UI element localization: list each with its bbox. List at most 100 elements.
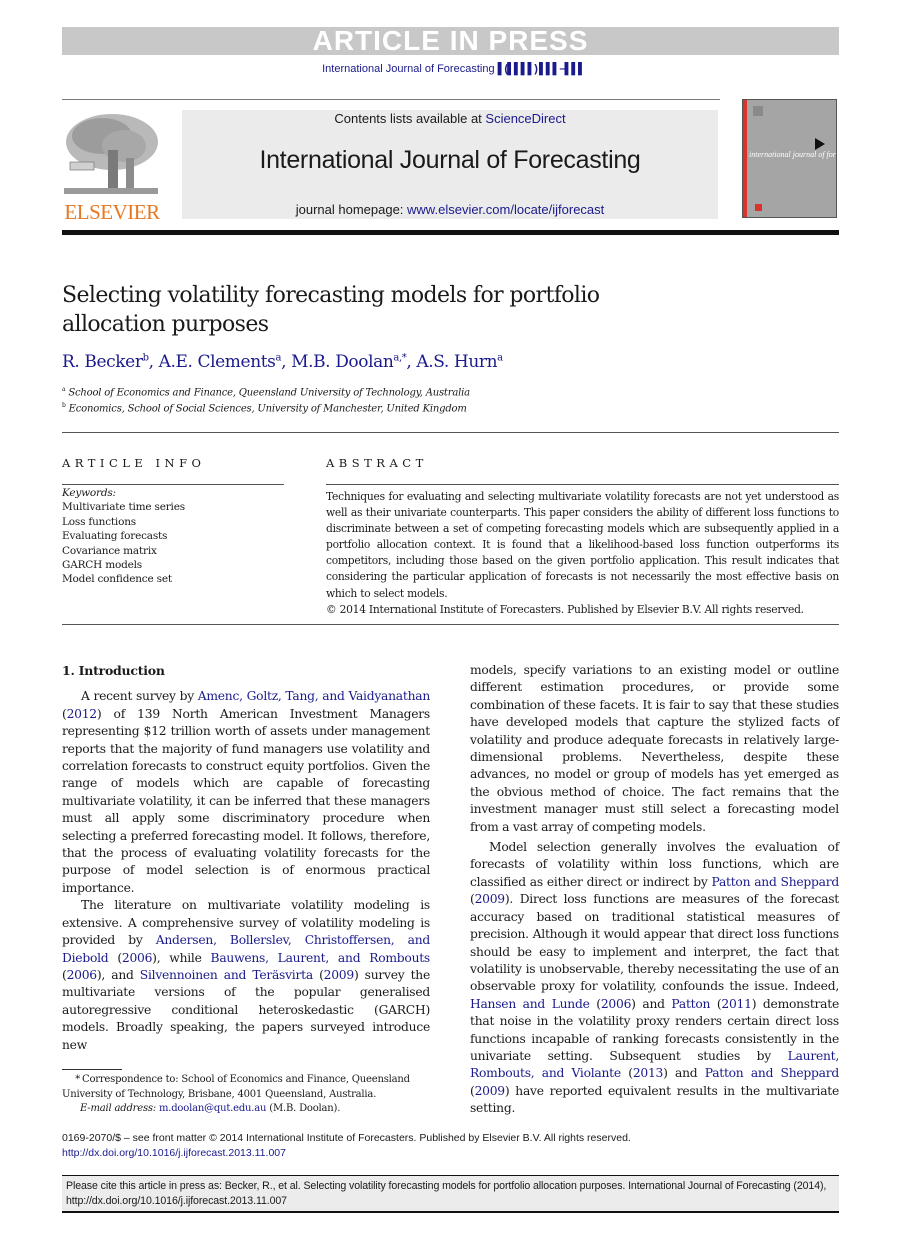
abstract-body: Techniques for evaluating and selecting … <box>326 489 839 618</box>
citation-link[interactable]: 2012 <box>67 707 98 721</box>
affiliation-key: a <box>62 386 66 393</box>
divider <box>62 624 839 625</box>
citation-link[interactable]: 2006 <box>122 951 153 965</box>
doi-link[interactable]: http://dx.doi.org/10.1016/j.ijforecast.2… <box>62 1147 286 1159</box>
text-run: ( <box>710 996 722 1011</box>
text-run: ( <box>312 967 324 982</box>
footnote-text-block: * Correspondence to: School of Economics … <box>62 1073 430 1102</box>
paragraph: models, specify variations to an existin… <box>470 662 839 836</box>
section-heading: 1. Introduction <box>62 663 165 678</box>
tree-icon <box>64 114 158 194</box>
header-top-rule <box>62 99 720 100</box>
citation-link[interactable]: 2013 <box>633 1066 664 1080</box>
running-head-volume: ▌(▌▌▌▌) ▌▌▌–▌▌▌ <box>497 63 586 75</box>
email-suffix: (M.B. Doolan). <box>266 1103 341 1114</box>
front-matter-line: 0169-2070/$ – see front matter © 2014 In… <box>62 1132 631 1144</box>
citation-link[interactable]: 2009 <box>475 1084 506 1098</box>
abstract-text: Techniques for evaluating and selecting … <box>326 490 839 600</box>
keyword-item: GARCH models <box>62 559 142 572</box>
keywords-label: Keywords: <box>62 487 116 499</box>
running-head: International Journal of Forecasting ▌(▌… <box>0 63 907 75</box>
keywords-block: Keywords: Multivariate time series Loss … <box>62 486 185 587</box>
affiliation-a: a School of Economics and Finance, Queen… <box>62 386 470 398</box>
author-name[interactable]: M.B. Doolan <box>291 352 394 372</box>
keyword-item: Evaluating forecasts <box>62 530 168 543</box>
cover-title: international journal of forecasting <box>749 150 836 159</box>
cite-this-article-box: Please cite this article in press as: Be… <box>62 1175 839 1213</box>
paragraph: The literature on multivariate volatilit… <box>62 897 430 1054</box>
citation-link[interactable]: Amenc, Goltz, Tang, and Vaidyanathan <box>198 689 431 703</box>
paragraph: Model selection generally involves the e… <box>470 839 839 1118</box>
text-run: ). Direct loss functions are measures of… <box>470 892 839 994</box>
header-thick-rule <box>62 230 839 235</box>
citation-link[interactable]: Bauwens, Laurent, and Rombouts <box>211 951 431 965</box>
footnote-text: Correspondence to: School of Economics a… <box>62 1074 410 1100</box>
divider <box>62 432 839 433</box>
citation-link[interactable]: 2009 <box>324 968 355 982</box>
journal-name: International Journal of Forecasting <box>259 146 641 174</box>
citation-link[interactable]: Patton and Sheppard <box>705 1066 840 1080</box>
affiliation-key: b <box>62 402 66 409</box>
citation-link[interactable]: Patton and Sheppard <box>711 875 839 889</box>
keyword-item: Model confidence set <box>62 573 172 586</box>
homepage-prefix: journal homepage: <box>295 202 408 217</box>
paragraph: A recent survey by Amenc, Goltz, Tang, a… <box>62 688 430 897</box>
cover-triangle-icon <box>815 138 825 150</box>
text-run: ( <box>108 950 122 965</box>
keyword-item: Loss functions <box>62 515 136 528</box>
cover-publisher-icon <box>755 204 762 211</box>
body-column-left: 1. Introduction A recent survey by Amenc… <box>62 662 430 1054</box>
journal-cover-thumbnail: international journal of forecasting <box>742 99 837 218</box>
homepage-line: journal homepage: www.elsevier.com/locat… <box>182 202 718 217</box>
author-affil-sup[interactable]: a <box>497 352 503 363</box>
author-affil-sup[interactable]: a <box>276 352 282 363</box>
cover-red-spine <box>743 100 747 217</box>
divider <box>326 484 839 485</box>
footnote-rule <box>62 1069 122 1070</box>
text-run: ), while <box>152 950 211 965</box>
contents-prefix: Contents lists available at <box>334 111 486 126</box>
citation-link[interactable]: Patton <box>671 997 710 1011</box>
abstract-heading: ABSTRACT <box>326 456 428 470</box>
text-run: ( <box>589 996 601 1011</box>
keyword-item: Covariance matrix <box>62 544 157 557</box>
author-list: R. Beckerb, A.E. Clementsa, M.B. Doolana… <box>62 352 503 372</box>
citation-link[interactable]: Hansen and Lunde <box>470 997 590 1011</box>
citation-link[interactable]: 2011 <box>721 997 752 1011</box>
journal-homepage-link[interactable]: www.elsevier.com/locate/ijforecast <box>407 202 604 217</box>
text-run: ) have reported equivalent results in th… <box>470 1083 839 1116</box>
footnote-star: * <box>75 1074 80 1085</box>
author-name[interactable]: R. Becker <box>62 352 143 372</box>
cover-logo-icon <box>753 106 763 116</box>
author-name[interactable]: A.E. Clements <box>159 352 276 372</box>
author-affil-sup[interactable]: a,* <box>393 352 406 363</box>
text-run: ( <box>620 1066 633 1081</box>
running-head-journal: International Journal of Forecasting <box>322 63 495 75</box>
affiliation-b: b Economics, School of Social Sciences, … <box>62 402 467 414</box>
text-run: ), and <box>96 967 140 982</box>
citation-link[interactable]: 2006 <box>67 968 98 982</box>
citation-link[interactable]: 2009 <box>475 892 506 906</box>
sciencedirect-link[interactable]: ScienceDirect <box>485 111 565 126</box>
abstract-copyright: © 2014 International Institute of Foreca… <box>326 602 804 616</box>
article-info-heading: ARTICLE INFO <box>62 456 206 470</box>
affiliation-text: School of Economics and Finance, Queensl… <box>68 387 470 399</box>
author-affil-sup[interactable]: b <box>143 352 149 363</box>
front-matter: 0169-2070/$ – see front matter © 2014 In… <box>62 1131 631 1160</box>
body-column-right: models, specify variations to an existin… <box>470 662 839 1118</box>
author-name[interactable]: A.S. Hurn <box>416 352 497 372</box>
article-title: Selecting volatility forecasting models … <box>62 283 600 337</box>
keyword-item: Multivariate time series <box>62 501 185 514</box>
text-run: ) and <box>663 1066 705 1081</box>
citation-link[interactable]: 2006 <box>601 997 632 1011</box>
contents-line: Contents lists available at ScienceDirec… <box>182 111 718 126</box>
article-in-press-banner: ARTICLE IN PRESS <box>62 27 839 55</box>
footnote-email-line: E-mail address: m.doolan@qut.edu.au (M.B… <box>62 1102 430 1117</box>
email-label: E-mail address: <box>80 1103 156 1114</box>
citation-link[interactable]: Silvennoinen and Teräsvirta <box>140 968 313 982</box>
text-run: ) of 139 North American Investment Manag… <box>62 706 430 895</box>
text-run: A recent survey by <box>81 689 198 704</box>
affiliation-text: Economics, School of Social Sciences, Un… <box>68 403 467 415</box>
email-link[interactable]: m.doolan@qut.edu.au <box>159 1103 266 1114</box>
correspondence-footnote: * Correspondence to: School of Economics … <box>62 1073 430 1117</box>
